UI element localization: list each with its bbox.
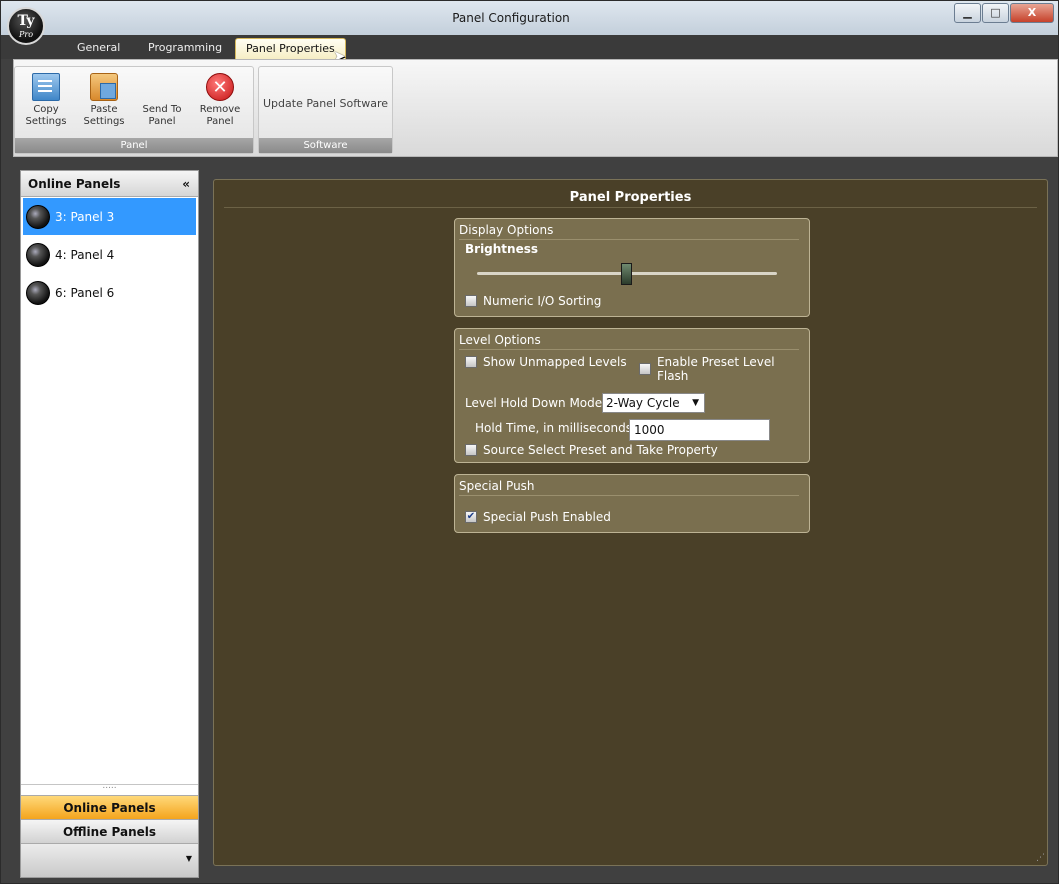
- send-to-panel-label: Send To Panel: [142, 104, 182, 127]
- panel-status-icon: [26, 280, 50, 305]
- tab-panel-properties[interactable]: Panel Properties: [235, 38, 346, 59]
- send-to-panel-button[interactable]: Send To Panel: [135, 73, 189, 128]
- panel-item-label: 6: Panel 6: [55, 285, 115, 300]
- remove-icon: ✕: [206, 73, 234, 101]
- panel-list-item[interactable]: 3: Panel 3: [23, 198, 196, 235]
- nav-overflow-button[interactable]: ▼: [21, 843, 198, 877]
- ribbon-group-label: Software: [259, 138, 392, 153]
- panel-item-label: 3: Panel 3: [55, 209, 115, 224]
- group-header: Display Options: [459, 223, 554, 237]
- level-options-group: Level Options Show Unmapped Levels Enabl…: [454, 328, 810, 463]
- collapse-icon[interactable]: «: [182, 171, 190, 197]
- update-panel-software-button[interactable]: Update Panel Software: [259, 97, 392, 110]
- splitter-grip[interactable]: .....: [21, 782, 198, 791]
- hold-down-mode-label: Level Hold Down Mode:: [465, 396, 607, 410]
- tab-general[interactable]: General: [67, 38, 130, 59]
- nav-online-panels[interactable]: Online Panels: [21, 795, 198, 819]
- checkbox-label: Show Unmapped Levels: [483, 355, 627, 369]
- special-push-enabled-checkbox[interactable]: ✔ Special Push Enabled: [465, 510, 611, 524]
- panel-list-item[interactable]: 6: Panel 6: [23, 274, 196, 311]
- paste-icon: [90, 73, 118, 101]
- window-controls: ▁ □ X: [954, 3, 1054, 23]
- group-header: Level Options: [459, 333, 541, 347]
- panel-item-label: 4: Panel 4: [55, 247, 115, 262]
- title-bar: Panel Configuration ▁ □ X: [1, 1, 1058, 35]
- ribbon-group-software: Update Panel Software Software: [258, 66, 393, 154]
- group-header: Special Push: [459, 479, 535, 493]
- close-button[interactable]: X: [1010, 3, 1054, 23]
- hold-down-mode-select[interactable]: 2-Way Cycle ▼: [602, 393, 705, 413]
- special-push-group: Special Push ✔ Special Push Enabled: [454, 474, 810, 533]
- pane-header: Online Panels «: [21, 171, 198, 197]
- remove-panel-label: Remove Panel: [199, 104, 241, 127]
- title-divider: [224, 207, 1037, 208]
- app-window: Panel Configuration ▁ □ X Ty Pro General…: [0, 0, 1059, 884]
- pane-title: Online Panels: [28, 177, 121, 191]
- paste-settings-label: Paste Settings: [83, 104, 125, 127]
- brightness-label: Brightness: [465, 242, 539, 256]
- hold-down-mode-value: 2-Way Cycle: [606, 396, 680, 410]
- chevron-down-icon: ▼: [185, 854, 192, 863]
- maximize-button[interactable]: □: [982, 3, 1009, 23]
- logo-text: Ty: [17, 13, 35, 29]
- resize-grip-icon[interactable]: ⋰: [1036, 853, 1045, 863]
- copy-settings-button[interactable]: Copy Settings: [19, 73, 73, 128]
- minimize-button[interactable]: ▁: [954, 3, 981, 23]
- group-divider: [459, 239, 799, 240]
- group-divider: [459, 495, 799, 496]
- brightness-slider-thumb[interactable]: [621, 263, 632, 285]
- checkbox-box: [465, 444, 477, 456]
- enable-preset-level-flash-checkbox[interactable]: Enable Preset Level Flash: [639, 355, 809, 383]
- ribbon-group-panel: Copy Settings Paste Settings Send To Pan…: [14, 66, 254, 154]
- ribbon-group-label: Panel: [15, 138, 253, 153]
- checkbox-label: Special Push Enabled: [483, 510, 611, 524]
- copy-icon: [32, 73, 60, 101]
- paste-settings-button[interactable]: Paste Settings: [77, 73, 131, 128]
- logo-subtext: Pro: [18, 30, 34, 39]
- show-unmapped-levels-checkbox[interactable]: Show Unmapped Levels: [465, 355, 627, 369]
- app-logo[interactable]: Ty Pro: [7, 7, 45, 45]
- checkbox-box: ✔: [465, 511, 477, 523]
- online-panels-pane: Online Panels « 3: Panel 3 4: Panel 4 6:…: [20, 170, 199, 878]
- checkbox-label: Numeric I/O Sorting: [483, 294, 602, 308]
- hold-time-label: Hold Time, in milliseconds:: [475, 421, 636, 435]
- checkbox-box: [639, 363, 651, 375]
- panel-status-icon: [26, 204, 50, 229]
- window-title: Panel Configuration: [452, 11, 570, 25]
- page-title: Panel Properties: [569, 190, 692, 205]
- panel-status-icon: [26, 242, 50, 267]
- nav-offline-panels[interactable]: Offline Panels: [21, 819, 198, 843]
- numeric-io-sorting-checkbox[interactable]: Numeric I/O Sorting: [465, 294, 601, 308]
- group-divider: [459, 349, 799, 350]
- remove-panel-button[interactable]: ✕ Remove Panel: [193, 73, 247, 128]
- checkbox-box: [465, 356, 477, 368]
- ribbon: Copy Settings Paste Settings Send To Pan…: [13, 59, 1058, 157]
- panel-properties-area: Panel Properties Display Options Brightn…: [213, 179, 1048, 866]
- hold-time-input[interactable]: 1000: [629, 419, 770, 441]
- panel-list-item[interactable]: 4: Panel 4: [23, 236, 196, 273]
- chevron-down-icon: ▼: [692, 398, 699, 408]
- checkbox-label: Source Select Preset and Take Property: [483, 443, 718, 457]
- display-options-group: Display Options Brightness Numeric I/O S…: [454, 218, 810, 317]
- send-icon: [148, 73, 176, 101]
- source-select-preset-checkbox[interactable]: Source Select Preset and Take Property: [465, 443, 718, 457]
- checkbox-label: Enable Preset Level Flash: [656, 355, 775, 383]
- tab-programming[interactable]: Programming: [138, 38, 232, 59]
- ribbon-tab-bar: General Programming Panel Properties: [1, 35, 1058, 59]
- checkbox-box: [465, 295, 477, 307]
- copy-settings-label: Copy Settings: [25, 104, 67, 127]
